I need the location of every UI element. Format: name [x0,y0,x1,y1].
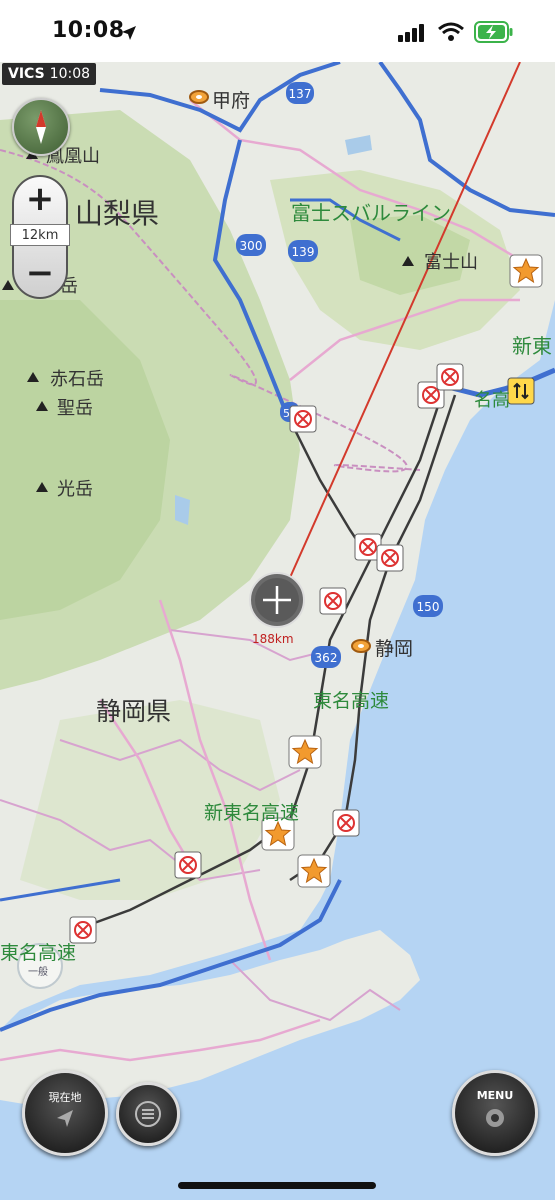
label-hijiri: 聖岳 [57,398,93,419]
label-kofu: 甲府 [212,90,251,112]
list-icon [135,1101,161,1127]
label-shizuoka-city: 静岡 [375,638,414,660]
current-location-label: 現在地 [48,1091,82,1104]
route-shield-150: 150 [413,595,443,617]
label-tomei: 東名高速 [313,690,390,712]
menu-button[interactable]: MENU [452,1070,538,1156]
menu-knob-icon [486,1109,504,1127]
route-shield-300: 300 [236,234,266,256]
map-canvas[interactable]: 137 300 139 150 362 52 [0,62,555,1200]
compass-icon [36,110,46,144]
route-shield-362: 362 [311,646,341,668]
compass-button[interactable] [12,98,70,156]
status-time: 10:08 [52,18,125,43]
city-marker-kofu [189,90,209,104]
label-fuji: 富士山 [424,252,478,273]
label-tomei-west: 東名高速 [0,942,77,964]
label-subaru-line: 富士スバルライン [291,201,451,225]
list-button[interactable] [116,1082,180,1146]
map-cursor-crosshair[interactable] [249,572,305,628]
location-arrow-icon [122,26,136,40]
navigation-arrow-icon [57,1110,73,1127]
regulation-marker [289,405,317,433]
label-yamanashi: 山梨県 [75,197,160,230]
vics-time: 10:08 [49,66,91,82]
city-marker-shizuoka [351,639,371,653]
label-ippan: 一般 [28,967,48,978]
cursor-distance: 188km [252,632,294,646]
status-bar: 10:08 [0,0,555,62]
zoom-in-button[interactable]: + [12,179,68,219]
regulation-marker [376,544,404,572]
label-hikari: 光岳 [57,479,93,500]
svg-text:139: 139 [292,245,315,259]
label-shintomei-east: 新東 [512,334,552,358]
home-indicator [178,1182,376,1189]
label-shintomei: 新東名高速 [204,802,300,824]
vics-label: VICS [8,66,45,82]
regulation-marker [174,851,202,879]
route-shield-139: 139 [288,240,318,262]
regulation-marker [319,587,347,615]
label-shizuoka-pref: 静岡県 [96,697,172,726]
label-akaishi: 赤石岳 [50,369,104,390]
svg-text:150: 150 [417,600,440,614]
route-shield-137: 137 [286,82,314,104]
menu-label: MENU [476,1089,514,1102]
favorite-star-marker [297,854,331,888]
zoom-out-button[interactable]: − [12,253,68,293]
map-scale-label: 12km [10,224,70,246]
current-location-button[interactable]: 現在地 [22,1070,108,1156]
vics-badge: VICS 10:08 [2,63,97,85]
label-meiko: 名高 [474,390,510,411]
regulation-marker [436,363,464,391]
battery-charging-icon [474,21,513,43]
svg-text:362: 362 [315,651,338,665]
dam-lake [175,495,190,525]
signal-icon [398,24,424,42]
regulation-marker [332,809,360,837]
wifi-icon [438,22,464,41]
zoom-control: + 12km − [10,175,70,299]
favorite-star-marker [509,254,543,288]
svg-text:137: 137 [289,87,312,101]
favorite-star-marker [288,735,322,769]
svg-text:300: 300 [240,239,263,253]
junction-icon [507,377,535,405]
